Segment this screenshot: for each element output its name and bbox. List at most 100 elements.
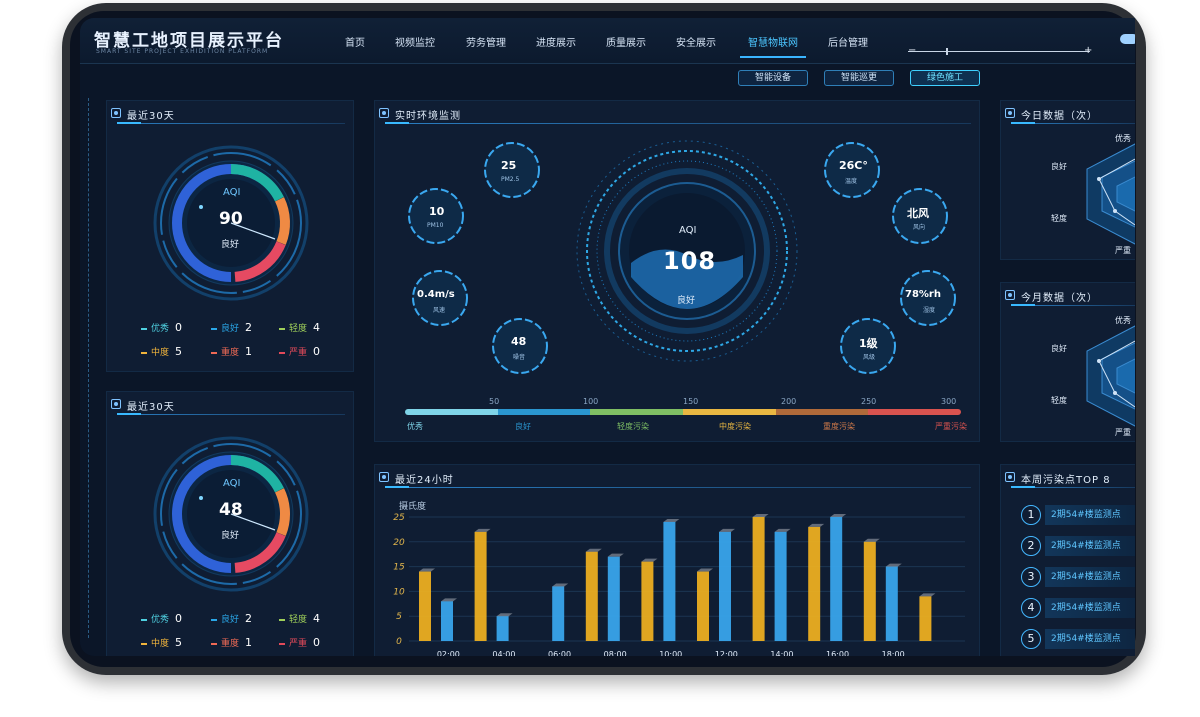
gauge-status: 良好	[221, 531, 240, 541]
radar-label-excellent: 优秀	[1115, 316, 1131, 325]
scale-seg-excellent	[405, 409, 498, 415]
nav-iot[interactable]: 智慧物联网	[748, 34, 798, 49]
rank-item[interactable]: 2期54#楼监测点	[1045, 629, 1135, 649]
month-data-panel: 今月数据（次） 优秀 良好 轻度 严重	[1000, 282, 1135, 442]
y-tick-label: 25	[393, 513, 405, 523]
panel-divider-accent	[385, 122, 409, 124]
panel-title: 本周污染点TOP 8	[1021, 475, 1111, 486]
nav-admin[interactable]: 后台管理	[828, 34, 868, 49]
metric-noise-label: 噪音	[513, 354, 526, 361]
x-tick-label: 06:00	[548, 650, 571, 656]
zoom-slider-handle[interactable]	[946, 48, 948, 55]
panel-icon	[1005, 290, 1015, 300]
radar-label-excellent: 优秀	[1115, 134, 1131, 143]
y-axis-label: 摄氏度	[399, 500, 426, 512]
x-tick-label: 16:00	[826, 650, 849, 656]
legend-good: 良好 2	[211, 321, 252, 334]
rank-item[interactable]: 2期54#楼监测点	[1045, 536, 1135, 556]
metric-humidity-value: 78%rh	[905, 289, 941, 300]
legend-moderate: 中度 5	[141, 636, 182, 649]
bar-blue	[719, 531, 731, 641]
nav-active-indicator	[740, 56, 806, 58]
bar-orange	[641, 561, 654, 641]
bar-blue	[774, 531, 787, 641]
panel-title: 实时环境监测	[395, 111, 461, 122]
zoom-in-button[interactable]: +	[1084, 45, 1092, 56]
y-tick-label: 10	[393, 587, 405, 597]
bar-orange	[474, 531, 487, 641]
nav-quality[interactable]: 质量展示	[606, 34, 646, 49]
metric-temp-label: 温度	[845, 178, 858, 185]
x-tick-label: 10:00	[659, 650, 682, 656]
env-monitor-panel: 实时环境监测 AQI 108 良好 25 PM2.5 10 PM10 0.4m/…	[374, 100, 980, 442]
bar-orange	[752, 517, 765, 641]
y-tick-label: 20	[393, 538, 405, 548]
metric-windlevel-value: 1级	[859, 337, 878, 350]
gauge-value: 48	[219, 500, 243, 520]
panel-title: 最近30天	[127, 111, 175, 122]
bar-blue	[552, 586, 565, 641]
panel-icon	[111, 108, 121, 118]
bar-cap	[474, 528, 491, 532]
rank-item[interactable]: 2期54#楼监测点	[1045, 505, 1135, 525]
nav-safety[interactable]: 安全展示	[676, 34, 716, 49]
panel-title: 最近24小时	[395, 475, 454, 486]
aqi-panel-2: 最近30天 AQI 48 良好 优秀 0 良好 2 轻度 4 中度 5 重度 1 严重 0	[106, 391, 354, 656]
scale-label-severe: 严重污染	[935, 422, 967, 431]
scale-seg-moderate	[683, 409, 776, 415]
hourly-chart-panel: 最近24小时 摄氏度 0 5 10 15 20 25 02:00 04:00 06:00 08:00…	[374, 464, 980, 656]
aqi-main-label: AQI	[679, 225, 697, 236]
top8-panel: 本周污染点TOP 8 1 2期54#楼监测点 2 2期54#楼监测点 3 2期5…	[1000, 464, 1135, 656]
top-header: 智慧工地项目展示平台 SMART SITE PROJECT EXHIDITION…	[80, 18, 1135, 64]
legend-light: 轻度 4	[279, 321, 320, 334]
subnav-smart-patrol[interactable]: 智能巡更	[824, 70, 894, 86]
subnav-smart-device[interactable]: 智能设备	[738, 70, 808, 86]
aqi-main-status: 良好	[677, 296, 696, 306]
metric-temp-value: 26C°	[839, 159, 868, 172]
bar-cap	[641, 558, 658, 562]
legend-good: 良好 2	[211, 612, 252, 625]
rank-number: 3	[1021, 567, 1041, 587]
radar-label-severe: 严重	[1115, 428, 1131, 437]
aqi-panel-1: 最近30天 AQI 90 良好 优秀 0 良好 2 轻度 4 中度 5 重度 1 严重 0	[106, 100, 354, 372]
panel-divider-accent	[385, 486, 409, 488]
scale-label-heavy: 重度污染	[823, 422, 855, 431]
x-tick-label: 14:00	[770, 650, 793, 656]
nav-progress[interactable]: 进度展示	[536, 34, 576, 49]
nav-home[interactable]: 首页	[345, 34, 365, 49]
rank-item[interactable]: 2期54#楼监测点	[1045, 567, 1135, 587]
bar-cap	[663, 518, 680, 522]
rank-number: 2	[1021, 536, 1041, 556]
bar-cap	[441, 598, 457, 602]
nav-video[interactable]: 视频监控	[395, 34, 435, 49]
scale-tick: 100	[583, 397, 599, 406]
x-tick-label: 12:00	[715, 650, 738, 656]
dashboard-screen: 智慧工地项目展示平台 SMART SITE PROJECT EXHIDITION…	[80, 18, 1135, 656]
bar-orange	[697, 571, 709, 641]
panel-divider-accent	[117, 413, 141, 415]
metric-windspeed-label: 风速	[433, 307, 446, 314]
radar-label-severe: 严重	[1115, 246, 1131, 255]
hourly-bar-chart: 摄氏度 0 5 10 15 20 25 02:00 04:00 06:00 08:00 10:00 12…	[393, 500, 965, 656]
scale-tick: 250	[861, 397, 877, 406]
x-tick-label: 18:00	[882, 650, 905, 656]
subnav-green-construction[interactable]: 绿色施工	[910, 70, 980, 86]
gauge-value: 90	[219, 209, 243, 229]
scale-label-moderate: 中度污染	[719, 422, 751, 431]
scale-label-good: 良好	[515, 422, 531, 431]
scale-tick: 200	[781, 397, 797, 406]
month-radar-chart	[1086, 325, 1135, 427]
x-tick-label: 04:00	[492, 650, 515, 656]
scale-seg-heavy	[775, 409, 869, 415]
zoom-slider-track[interactable]	[908, 51, 1090, 52]
legend-excellent: 优秀 0	[141, 612, 182, 625]
nav-labor[interactable]: 劳务管理	[466, 34, 506, 49]
legend-excellent: 优秀 0	[141, 321, 182, 334]
radar-label-light: 轻度	[1051, 396, 1067, 405]
panel-icon	[379, 472, 389, 482]
bar-blue	[496, 616, 509, 641]
today-data-panel: 今日数据（次） 优秀 良好 轻度 严重	[1000, 100, 1135, 260]
rank-item[interactable]: 2期54#楼监测点	[1045, 598, 1135, 618]
y-tick-label: 0	[396, 637, 402, 647]
metric-noise-value: 48	[511, 335, 527, 348]
